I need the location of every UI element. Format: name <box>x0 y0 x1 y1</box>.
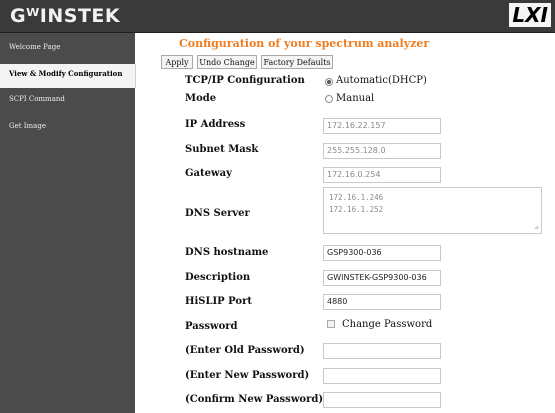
hislip-port-field[interactable]: 4880 <box>323 294 441 310</box>
subnet-mask-label: Subnet Mask <box>185 144 259 155</box>
dhcp-option-label: Automatic(DHCP) <box>336 75 427 86</box>
new-password-label: (Enter New Password) <box>185 370 310 381</box>
tcpip-configuration-label: TCP/IP Configuration <box>185 75 305 86</box>
password-label: Password <box>185 321 238 332</box>
sidebar-item-get-image[interactable]: Get Image <box>0 117 135 141</box>
resize-grip-icon[interactable]: ⊿ <box>534 225 539 231</box>
sidebar: Welcome Page View & Modify Configuration… <box>0 33 136 413</box>
change-password-checkbox[interactable] <box>327 320 335 328</box>
dhcp-radio[interactable] <box>325 78 333 86</box>
sidebar-item-view-modify-configuration[interactable]: View & Modify Configuration <box>0 64 136 88</box>
gateway-field[interactable]: 172.16.0.254 <box>323 167 441 183</box>
description-label: Description <box>185 272 251 283</box>
confirm-password-label: (Confirm New Password) <box>185 394 324 405</box>
subnet-mask-field[interactable]: 255.255.128.0 <box>323 143 441 159</box>
description-field[interactable]: GWINSTEK-GSP9300-036 <box>323 270 441 286</box>
dns-hostname-label: DNS hostname <box>185 247 269 258</box>
confirm-password-field[interactable] <box>323 392 441 408</box>
sidebar-item-label: Welcome Page <box>9 43 61 51</box>
manual-radio[interactable] <box>325 95 333 103</box>
sidebar-item-label: Get Image <box>9 122 46 130</box>
sidebar-item-label: View & Modify Configuration <box>9 69 123 78</box>
dns-server-primary: 172.16.1.246 <box>329 193 384 202</box>
manual-option-label: Manual <box>336 93 375 104</box>
old-password-field[interactable] <box>323 343 441 359</box>
dns-server-textarea[interactable]: 172.16.1.246 172.16.1.252 ⊿ <box>323 187 542 234</box>
lxi-logo: LXI <box>509 3 551 27</box>
factory-defaults-button[interactable]: Factory Defaults <box>261 55 333 69</box>
gateway-label: Gateway <box>185 168 232 179</box>
new-password-field[interactable] <box>323 368 441 384</box>
change-password-label: Change Password <box>342 319 433 330</box>
sidebar-item-welcome-page[interactable]: Welcome Page <box>0 38 135 62</box>
old-password-label: (Enter Old Password) <box>185 345 305 356</box>
dns-hostname-field[interactable]: GSP9300-036 <box>323 245 441 261</box>
undo-change-button[interactable]: Undo Change <box>197 55 257 69</box>
dns-server-label: DNS Server <box>185 208 250 219</box>
sidebar-item-label: SCPI Command <box>9 95 65 103</box>
ip-address-field[interactable]: 172.16.22.157 <box>323 118 441 134</box>
ip-address-label: IP Address <box>185 119 246 130</box>
gwinstek-logo: GᵂINSTEK <box>10 5 121 27</box>
mode-label: Mode <box>185 93 217 104</box>
page-title: Configuration of your spectrum analyzer <box>179 37 430 50</box>
top-header: GᵂINSTEK LXI <box>0 0 555 33</box>
sidebar-item-scpi-command[interactable]: SCPI Command <box>0 90 135 114</box>
apply-button[interactable]: Apply <box>161 55 193 69</box>
main-content: Configuration of your spectrum analyzer … <box>135 33 555 413</box>
dns-server-secondary: 172.16.1.252 <box>329 205 384 214</box>
hislip-port-label: HiSLIP Port <box>185 296 252 307</box>
